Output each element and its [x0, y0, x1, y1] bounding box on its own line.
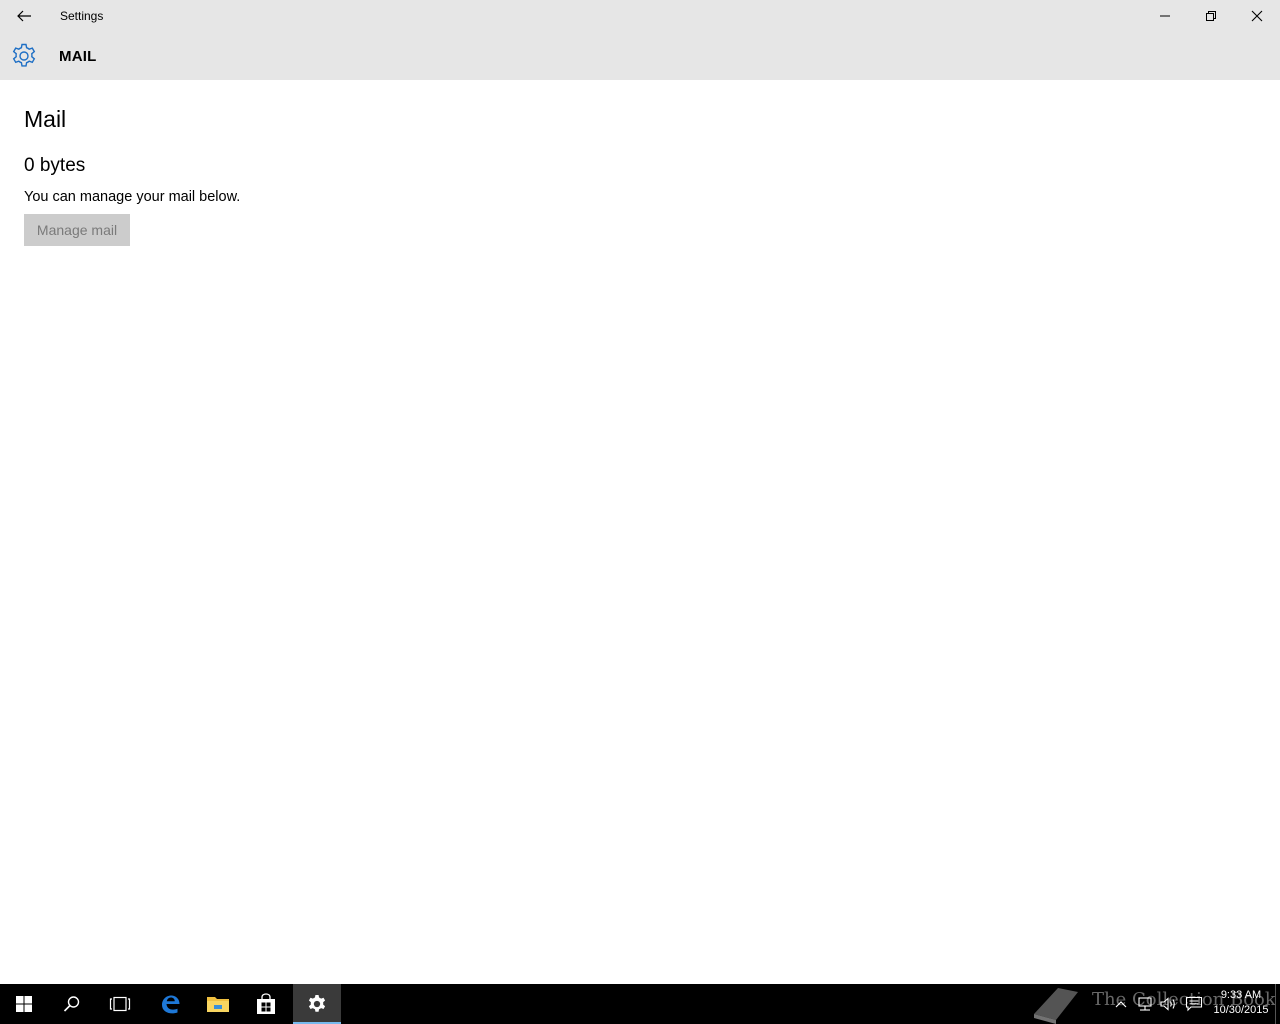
book-icon: [1034, 988, 1078, 1024]
show-hidden-icons-button[interactable]: [1110, 984, 1132, 1024]
header-title: MAIL: [59, 48, 97, 65]
taskbar: The Collection Book 9:33 AM 10/30/2015: [0, 984, 1280, 1024]
taskbar-edge[interactable]: [146, 984, 194, 1024]
window-title: Settings: [60, 9, 104, 23]
close-icon: [1251, 10, 1263, 22]
folder-icon: [207, 997, 229, 1012]
volume-button[interactable]: [1158, 984, 1180, 1024]
restore-button[interactable]: [1188, 0, 1234, 32]
minimize-icon: [1160, 15, 1170, 17]
manage-mail-button[interactable]: Manage mail: [24, 214, 130, 246]
network-icon: [1138, 997, 1152, 1011]
search-icon: [63, 996, 80, 1012]
back-button[interactable]: [0, 0, 48, 32]
notification-icon: [1185, 996, 1203, 1012]
page-title: Mail: [24, 106, 67, 132]
start-button[interactable]: [0, 984, 48, 1024]
clock-date: 10/30/2015: [1213, 1004, 1269, 1016]
search-button[interactable]: [48, 984, 96, 1024]
restore-icon: [1206, 11, 1216, 21]
main-content: Mail 0 bytes You can manage your mail be…: [24, 80, 1256, 980]
taskbar-settings[interactable]: [293, 984, 341, 1024]
action-center-button[interactable]: [1182, 984, 1206, 1024]
gear-icon: [12, 43, 36, 67]
close-button[interactable]: [1234, 0, 1280, 32]
taskbar-store[interactable]: [242, 984, 290, 1024]
minimize-button[interactable]: [1142, 0, 1188, 32]
chevron-up-icon: [1115, 1001, 1127, 1008]
show-desktop-button[interactable]: [1275, 984, 1276, 1024]
storage-size: 0 bytes: [24, 155, 86, 176]
clock-time: 9:33 AM: [1220, 989, 1262, 1001]
task-view-button[interactable]: [96, 984, 144, 1024]
store-icon: [257, 993, 275, 1014]
description-text: You can manage your mail below.: [24, 189, 241, 205]
gear-icon: [308, 994, 326, 1012]
taskbar-file-explorer[interactable]: [194, 984, 242, 1024]
network-button[interactable]: [1134, 984, 1156, 1024]
windows-logo-icon: [16, 996, 32, 1012]
taskbar-clock[interactable]: 9:33 AM 10/30/2015: [1208, 988, 1274, 1018]
page-header: MAIL: [0, 32, 1280, 80]
volume-icon: [1160, 997, 1175, 1011]
task-view-icon: [109, 996, 131, 1012]
edge-icon: [162, 995, 180, 1014]
title-bar: Settings: [0, 0, 1280, 32]
back-arrow-icon: [17, 10, 31, 22]
